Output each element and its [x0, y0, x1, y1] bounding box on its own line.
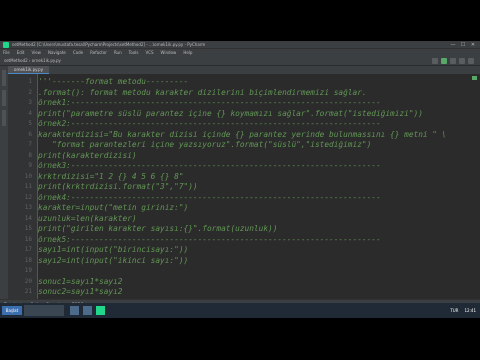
tray-language[interactable]: TUR: [450, 303, 458, 318]
nav-toolbar: setMethod2 › ornek1ik.py.py: [0, 56, 480, 66]
menu-tools[interactable]: Tools: [129, 49, 139, 56]
code-line[interactable]: print("girilen karakter sayısı:{}".forma…: [38, 224, 468, 235]
line-number: 10: [24, 172, 32, 180]
search-icon[interactable]: [468, 58, 474, 64]
menu-view[interactable]: View: [31, 49, 41, 56]
line-number: 3: [28, 99, 32, 106]
code-line[interactable]: sayı1=int(input("birincisayı:")): [38, 245, 468, 256]
stop-icon[interactable]: [459, 58, 465, 64]
code-line[interactable]: [38, 266, 468, 277]
line-number-gutter: 1 2 3 4 5 6 7 8 9 10 11 12 13 14 15 16 17 18 19 20 21: [8, 74, 38, 299]
menu-refactor[interactable]: Refactor: [90, 49, 107, 56]
line-number: 11: [24, 183, 32, 190]
line-number: 14: [24, 214, 32, 222]
line-number: 19: [24, 267, 32, 274]
menu-navigate[interactable]: Navigate: [48, 49, 66, 56]
config-dropdown-icon[interactable]: [432, 58, 438, 64]
pycharm-app-icon: [3, 42, 9, 48]
code-line[interactable]: karakter=input("metin giriniz:"): [38, 203, 468, 214]
code-line[interactable]: örnek2:---------------------------------…: [38, 119, 468, 130]
menu-help[interactable]: Help: [183, 49, 192, 56]
line-number: 9: [28, 162, 32, 169]
code-line[interactable]: sayı2=int(input("ikinci sayı:")): [38, 256, 468, 267]
start-button[interactable]: Başlat: [2, 306, 22, 315]
close-button[interactable]: ✕: [468, 41, 478, 49]
line-number: 12: [24, 193, 32, 201]
toolbar-buttons: [432, 58, 474, 64]
code-line[interactable]: print(krktrdizisi.format("3","7")): [38, 182, 468, 193]
code-line[interactable]: örnek3:---------------------------------…: [38, 161, 468, 172]
line-number: 15: [24, 225, 32, 232]
editor-tab-active[interactable]: ornek1ik.py.py: [8, 66, 50, 74]
breadcrumb[interactable]: setMethod2 › ornek1ik.py.py: [4, 58, 61, 64]
menu-vcs[interactable]: VCS: [145, 49, 153, 56]
code-line[interactable]: "format parantezleri içine yazsıyoruz".f…: [38, 140, 468, 151]
windows-taskbar: Başlat TUR 12:41: [0, 303, 480, 318]
favorites-tool-tab[interactable]: [2, 110, 6, 126]
taskbar-apps: [70, 306, 105, 315]
code-editor[interactable]: '''-------format metodu--------- .format(…: [38, 74, 468, 299]
code-line[interactable]: örnek1:---------------------------------…: [38, 98, 468, 109]
code-line[interactable]: örnek5:---------------------------------…: [38, 235, 468, 246]
file-explorer-icon[interactable]: [70, 306, 79, 315]
tray-clock[interactable]: 12:41: [464, 303, 476, 318]
line-number: 7: [28, 141, 32, 148]
line-number: 13: [24, 204, 32, 211]
code-line[interactable]: örnek4:---------------------------------…: [38, 193, 468, 204]
screen-area: setMethod2 [C:\Users\mustafa.tesal\Pycha…: [0, 41, 480, 318]
run-icon[interactable]: [441, 58, 447, 64]
menu-run[interactable]: Run: [114, 49, 122, 56]
maximize-button[interactable]: ☐: [458, 41, 468, 49]
line-number: 17: [24, 246, 32, 253]
system-tray: TUR 12:41: [450, 303, 476, 318]
debug-icon[interactable]: [450, 58, 456, 64]
editor-tab-bar: ornek1ik.py.py: [8, 66, 480, 74]
browser-icon[interactable]: [83, 306, 92, 315]
left-tool-strip: [0, 66, 8, 306]
code-line[interactable]: '''-------format metodu---------: [38, 77, 468, 88]
pycharm-taskbar-icon[interactable]: [96, 306, 105, 315]
structure-tool-tab[interactable]: [2, 90, 6, 106]
taskbar-search-box[interactable]: [24, 305, 64, 316]
editor-scrollbar[interactable]: [468, 74, 480, 299]
code-line[interactable]: sonuc1=sayı1*sayı2: [38, 277, 468, 288]
line-number: 1: [28, 78, 32, 85]
line-number: 2: [28, 88, 32, 96]
menu-bar: File Edit View Navigate Code Refactor Ru…: [0, 49, 480, 56]
code-line[interactable]: print("parametre süslü parantez içine {}…: [38, 109, 468, 120]
window-titlebar: setMethod2 [C:\Users\mustafa.tesal\Pycha…: [0, 41, 480, 49]
window-title: setMethod2 [C:\Users\mustafa.tesal\Pycha…: [12, 42, 206, 47]
line-number: 20: [24, 277, 32, 285]
menu-edit[interactable]: Edit: [17, 49, 25, 56]
window-controls: — ☐ ✕: [448, 41, 478, 49]
menu-code[interactable]: Code: [73, 49, 83, 56]
code-line[interactable]: karakterdizisi="Bu karakter dizisi içind…: [38, 130, 468, 141]
line-number: 21: [24, 288, 32, 295]
code-line[interactable]: print(karakterdizisi): [38, 151, 468, 162]
menu-file[interactable]: File: [3, 49, 10, 56]
inspection-ok-icon[interactable]: [472, 76, 477, 80]
line-number: 5: [28, 120, 32, 127]
code-line[interactable]: .format(): format metodu karakter dizile…: [38, 88, 468, 99]
line-number: 4: [28, 109, 32, 117]
line-number: 8: [28, 151, 32, 159]
code-line[interactable]: sonuc2=sayı1*sayı2: [38, 287, 468, 298]
line-number: 18: [24, 256, 32, 264]
menu-window[interactable]: Window: [161, 49, 177, 56]
line-number: 6: [28, 130, 32, 138]
code-line[interactable]: uzunluk=len(karakter): [38, 214, 468, 225]
line-number: 16: [24, 235, 32, 243]
code-line[interactable]: krktrdizisi="1 2 {} 4 5 6 {} 8": [38, 172, 468, 183]
minimize-button[interactable]: —: [448, 41, 458, 49]
project-tool-tab[interactable]: [2, 70, 6, 86]
